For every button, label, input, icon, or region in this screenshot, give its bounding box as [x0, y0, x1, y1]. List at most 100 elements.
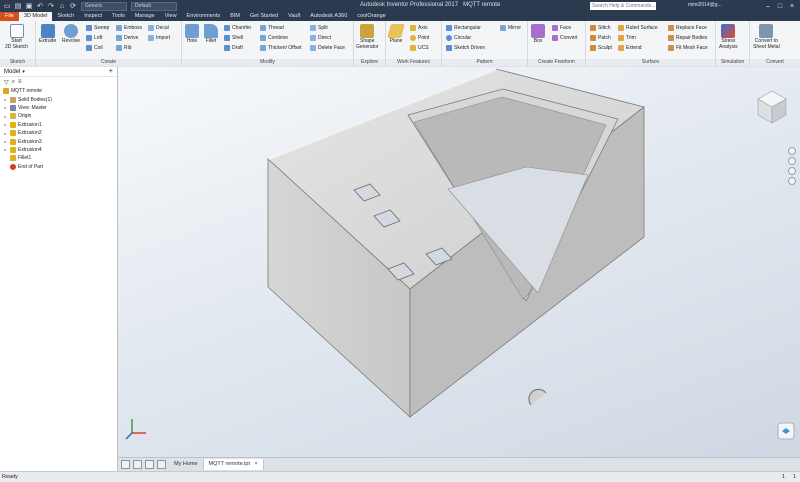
revolve-button[interactable]: Revolve: [62, 24, 80, 45]
extrude-button[interactable]: Extrude: [39, 24, 56, 45]
fit-mesh-face-button[interactable]: Fit Mesh Face: [668, 45, 708, 51]
import-button[interactable]: Import: [148, 35, 170, 41]
find-icon[interactable]: ⌕: [12, 79, 15, 86]
save-icon[interactable]: ▣: [25, 2, 33, 10]
tree-item-view[interactable]: ▸ View: Master: [3, 104, 117, 112]
tree-item-extrusion3[interactable]: ▸ Extrusion3: [3, 137, 117, 145]
tree-item-extrusion2[interactable]: ▸ Extrusion2: [3, 129, 117, 137]
close-icon[interactable]: ×: [786, 0, 798, 12]
direct-button[interactable]: Direct: [310, 35, 331, 41]
mirror-button[interactable]: Mirror: [500, 25, 521, 31]
tab-inspect[interactable]: Inspect: [79, 12, 107, 21]
freeform-box-button[interactable]: Box: [531, 24, 545, 45]
viewcube[interactable]: [757, 90, 787, 124]
view-icon[interactable]: [777, 422, 795, 440]
decal-button[interactable]: Decal: [148, 25, 169, 31]
convert-sheet-metal-button[interactable]: Convert to Sheet Metal: [753, 24, 780, 50]
expand-icon[interactable]: ▸: [3, 122, 8, 127]
redo-icon[interactable]: ↷: [47, 2, 55, 10]
shape-generator-button[interactable]: Shape Generator: [356, 24, 379, 50]
tab-sketch[interactable]: Sketch: [52, 12, 79, 21]
help-search-input[interactable]: Search Help & Commands...: [590, 2, 656, 10]
undo-icon[interactable]: ↶: [36, 2, 44, 10]
tab-3d-model[interactable]: 3D Model: [18, 12, 53, 21]
tab-environments[interactable]: Environments: [182, 12, 226, 21]
ucs-button[interactable]: UCS: [410, 45, 429, 51]
circular-pattern-button[interactable]: Circular: [446, 35, 471, 41]
cascade-icon[interactable]: [145, 460, 154, 469]
tab-vault[interactable]: Vault: [283, 12, 305, 21]
start-2d-sketch-button[interactable]: Start 2D Sketch: [5, 24, 28, 50]
axis-button[interactable]: Axis: [410, 25, 427, 31]
filter-icon[interactable]: ▽: [4, 79, 9, 86]
tile-vertical-icon[interactable]: [133, 460, 142, 469]
expand-icon[interactable]: ▸: [3, 114, 8, 119]
tree-item-extrusion4[interactable]: ▸ Extrusion4: [3, 146, 117, 154]
sweep-button[interactable]: Sweep: [86, 25, 109, 31]
tree-item-solid-bodies[interactable]: ▸ Solid Bodies(1): [3, 95, 117, 103]
emboss-button[interactable]: Emboss: [116, 25, 142, 31]
tab-my-home[interactable]: My Home: [169, 459, 204, 470]
tree-item-origin[interactable]: ▸ Origin: [3, 112, 117, 120]
look-at-icon[interactable]: [788, 177, 796, 185]
material-dropdown[interactable]: Generic: [81, 1, 127, 11]
stitch-button[interactable]: Stitch: [590, 25, 611, 31]
maximize-icon[interactable]: □: [774, 0, 786, 12]
point-button[interactable]: Point: [410, 35, 429, 41]
draft-button[interactable]: Draft: [224, 45, 243, 51]
repair-bodies-button[interactable]: Repair Bodies: [668, 35, 707, 41]
expand-icon[interactable]: ▸: [3, 131, 8, 136]
graphics-viewport[interactable]: [118, 67, 800, 457]
sculpt-button[interactable]: Sculpt: [590, 45, 612, 51]
open-folder-icon[interactable]: ▤: [14, 2, 22, 10]
new-file-icon[interactable]: ▭: [3, 2, 11, 10]
extend-button[interactable]: Extend: [618, 45, 642, 51]
tile-horizontal-icon[interactable]: [121, 460, 130, 469]
loft-button[interactable]: Loft: [86, 35, 102, 41]
appearance-dropdown[interactable]: Default: [131, 1, 177, 11]
replace-face-button[interactable]: Replace Face: [668, 25, 707, 31]
thicken-offset-button[interactable]: Thicken/ Offset: [260, 45, 302, 51]
update-icon[interactable]: ⟳: [69, 2, 77, 10]
model-canvas[interactable]: [118, 67, 800, 457]
sketch-driven-button[interactable]: Sketch Driven: [446, 45, 485, 51]
freeform-convert-button[interactable]: Convert: [552, 35, 578, 41]
plane-button[interactable]: Plane: [387, 24, 405, 45]
stress-analysis-button[interactable]: Stress Analysis: [719, 24, 738, 50]
tab-tools[interactable]: Tools: [107, 12, 130, 21]
expand-icon[interactable]: ▸: [3, 139, 8, 144]
minimize-icon[interactable]: –: [762, 0, 774, 12]
expand-icon[interactable]: ▸: [3, 97, 8, 102]
freeform-face-button[interactable]: Face: [552, 25, 571, 31]
pan-icon[interactable]: [788, 157, 796, 165]
user-account[interactable]: mimi2014@g...: [688, 2, 722, 8]
patch-button[interactable]: Patch: [590, 35, 611, 41]
menu-icon[interactable]: ≡: [18, 79, 22, 85]
thread-button[interactable]: Thread: [260, 25, 284, 31]
derive-button[interactable]: Derive: [116, 35, 138, 41]
fillet-button[interactable]: Fillet: [204, 24, 218, 45]
trim-button[interactable]: Trim: [618, 35, 636, 41]
chamfer-button[interactable]: Chamfer: [224, 25, 251, 31]
expand-icon[interactable]: ▸: [3, 105, 8, 110]
tab-manage[interactable]: Manage: [130, 12, 160, 21]
delete-face-button[interactable]: Delete Face: [310, 45, 345, 51]
close-tab-icon[interactable]: ×: [255, 461, 258, 467]
split-button[interactable]: Split: [310, 25, 328, 31]
hole-button[interactable]: Hole: [185, 24, 199, 45]
coil-button[interactable]: Coil: [86, 45, 103, 51]
tab-a360[interactable]: Autodesk A360: [305, 12, 352, 21]
tab-file[interactable]: File: [0, 12, 19, 21]
shell-button[interactable]: Shell: [224, 35, 243, 41]
rib-button[interactable]: Rib: [116, 45, 132, 51]
browser-header[interactable]: Model ▾ +: [0, 67, 117, 77]
tab-bim[interactable]: BIM: [225, 12, 245, 21]
arrange-icon[interactable]: [157, 460, 166, 469]
home-icon[interactable]: ⌂: [58, 2, 66, 10]
tree-item-extrusion1[interactable]: ▸ Extrusion1: [3, 121, 117, 129]
orbit-icon[interactable]: [788, 147, 796, 155]
chevron-down-icon[interactable]: ▾: [22, 69, 25, 75]
zoom-icon[interactable]: [788, 167, 796, 175]
expand-icon[interactable]: ▸: [3, 147, 8, 152]
tree-item-end-of-part[interactable]: End of Part: [3, 163, 117, 171]
